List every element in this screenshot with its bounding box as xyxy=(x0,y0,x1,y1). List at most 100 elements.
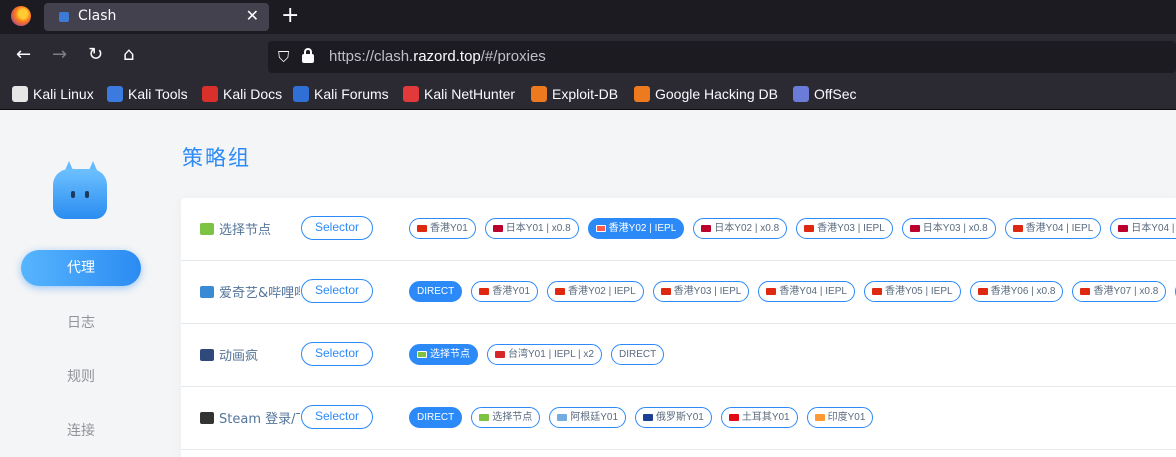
bookmark-kali-forums[interactable]: Kali Forums xyxy=(293,85,389,103)
bookmark-kali-tools[interactable]: Kali Tools xyxy=(107,85,188,103)
group-type-selector-button[interactable]: Selector xyxy=(301,279,373,303)
proxy-chip-label: DIRECT xyxy=(618,349,657,360)
flag-icon xyxy=(766,288,777,295)
close-tab-icon[interactable]: ✕ xyxy=(246,6,259,25)
clash-dashboard: 代理 日志 规则 连接 策略组 选择节点 Selector 香港Y01 日本Y01… xyxy=(0,110,1176,457)
proxy-chip-label: DIRECT xyxy=(417,412,455,423)
bookmark-kali-linux[interactable]: Kali Linux xyxy=(12,85,94,103)
proxy-chip[interactable]: 选择节点 xyxy=(471,407,541,428)
proxy-group-row: 选择节点 Selector 香港Y01 日本Y01 | x0.8 香港Y02 | I… xyxy=(181,198,1176,261)
proxy-chip[interactable]: 香港Y04 | IEPL xyxy=(758,281,855,302)
forward-button[interactable]: → xyxy=(52,45,67,65)
proxy-list: DIRECT 选择节点 阿根廷Y01 俄罗斯Y01 土耳其Y01 印度Y01 xyxy=(409,407,874,428)
group-emoji-icon xyxy=(200,412,214,424)
proxy-chip[interactable]: 香港Y06 | x0.8 xyxy=(969,281,1064,302)
group-name: Steam 登录/下载 xyxy=(200,408,300,427)
sidebar: 代理 日志 规则 连接 xyxy=(0,110,160,457)
proxy-chip[interactable]: 香港Y03 | IEPL xyxy=(796,218,893,239)
flag-icon xyxy=(660,288,671,295)
group-type-selector-button[interactable]: Selector xyxy=(301,216,373,240)
proxy-chip[interactable]: 香港Y04 | IEPL xyxy=(1004,218,1102,239)
sidebar-item-proxies[interactable]: 代理 xyxy=(21,250,141,286)
proxy-chip[interactable]: DIRECT xyxy=(610,344,665,365)
new-tab-button[interactable]: + xyxy=(281,3,299,29)
proxy-chip-label: 阿根廷Y01 xyxy=(570,412,619,423)
proxy-chip[interactable]: DIRECT xyxy=(409,407,463,428)
tab-clash[interactable]: Clash ✕ xyxy=(44,3,269,31)
proxy-chip-label: 香港Y07 | x0.8 xyxy=(1093,286,1159,297)
proxy-chip-label: DIRECT xyxy=(417,286,455,297)
proxy-chip-label: 香港Y01 xyxy=(492,286,531,297)
proxy-chip[interactable]: 阿根廷Y01 xyxy=(549,407,627,428)
proxy-chip-label: 日本Y03 | x0.8 xyxy=(922,223,988,234)
proxy-chip[interactable]: 香港Y01 xyxy=(409,218,476,239)
reload-button[interactable]: ↻ xyxy=(88,45,103,65)
group-type-selector-button[interactable]: Selector xyxy=(301,405,373,429)
firefox-icon[interactable] xyxy=(11,6,31,26)
offsec-icon xyxy=(793,86,809,102)
navigation-toolbar: ← → ↻ ⌂ ⛉ https://clash.razord.top/#/pro… xyxy=(0,34,1176,78)
proxy-chip-label: 香港Y03 | IEPL xyxy=(817,223,885,234)
proxy-chip[interactable]: 香港Y05 | IEPL xyxy=(863,281,961,302)
proxy-chip[interactable]: 日本Y03 | x0.8 xyxy=(901,218,996,239)
proxy-chip[interactable]: 香港Y03 | IEPL xyxy=(652,281,750,302)
group-type-selector-button[interactable]: Selector xyxy=(301,342,373,366)
proxy-chip[interactable]: 日本Y01 | x0.8 xyxy=(484,218,579,239)
proxy-chip-label: 日本Y01 | x0.8 xyxy=(505,223,571,234)
proxy-chip-label: 香港Y06 | x0.8 xyxy=(990,286,1056,297)
proxy-chip-label: 日本Y02 | x0.8 xyxy=(714,223,780,234)
bookmark-google-hacking-db[interactable]: Google Hacking DB xyxy=(634,85,778,103)
flag-icon xyxy=(701,225,712,232)
proxy-chip-label: 香港Y04 | IEPL xyxy=(779,286,847,297)
bookmark-kali-docs[interactable]: Kali Docs xyxy=(202,85,282,103)
proxy-chip-label: 台湾Y01 | IEPL | x2 xyxy=(508,349,594,360)
proxy-chip-label: 香港Y02 | IEPL xyxy=(568,286,636,297)
bookmark-kali-nethunter[interactable]: Kali NetHunter xyxy=(403,85,515,103)
flag-icon xyxy=(1080,288,1091,295)
lock-icon[interactable] xyxy=(302,48,314,63)
proxy-chip[interactable]: 日本Y02 | x0.8 xyxy=(693,218,788,239)
exploit-db-icon xyxy=(531,86,547,102)
proxy-group-row: 爱奇艺&哔哩哔哩 Selector DIRECT 香港Y01 香港Y02 | IEP… xyxy=(181,261,1176,324)
bookmark-offsec[interactable]: OffSec xyxy=(793,85,857,103)
clash-cat-logo xyxy=(51,161,109,219)
proxy-chip[interactable]: DIRECT xyxy=(409,281,463,302)
flag-icon xyxy=(417,351,427,358)
group-name: 动画疯 xyxy=(200,345,300,364)
url-bar[interactable]: ⛉ https://clash.razord.top/#/proxies xyxy=(268,41,1176,73)
tracking-shield-icon[interactable]: ⛉ xyxy=(278,48,289,66)
flag-icon xyxy=(492,225,503,232)
proxy-chip[interactable]: 俄罗斯Y01 xyxy=(635,407,712,428)
proxy-chip[interactable]: 香港Y01 xyxy=(471,281,539,302)
flag-icon xyxy=(728,414,739,421)
kali-dragon-icon xyxy=(12,86,28,102)
proxy-chip[interactable]: 印度Y01 xyxy=(806,407,874,428)
kali-tools-icon xyxy=(107,86,123,102)
flag-icon xyxy=(417,225,427,232)
proxy-group-row: Steam 登录/下载 Selector DIRECT 选择节点 阿根廷Y01 俄罗斯… xyxy=(181,387,1176,450)
home-button[interactable]: ⌂ xyxy=(123,45,134,65)
proxy-chip[interactable]: 香港Y02 | IEPL xyxy=(547,281,644,302)
proxy-chip-label: 俄罗斯Y01 xyxy=(656,412,704,423)
flag-icon xyxy=(555,288,566,295)
sidebar-item-rules[interactable]: 规则 xyxy=(21,359,141,395)
proxy-chip-label: 日本Y04 | x0.8 xyxy=(1131,223,1176,234)
proxy-chip[interactable]: 香港Y07 | x0.8 xyxy=(1072,281,1167,302)
proxy-chip[interactable]: 选择节点 xyxy=(409,344,478,365)
proxy-chip-label: 香港Y05 | IEPL xyxy=(884,286,953,297)
sidebar-item-connections[interactable]: 连接 xyxy=(21,413,141,449)
sidebar-item-logs[interactable]: 日志 xyxy=(21,305,141,341)
page-title: 策略组 xyxy=(182,146,251,170)
flag-icon xyxy=(595,225,606,232)
bookmarks-toolbar: Kali Linux Kali Tools Kali Docs Kali For… xyxy=(0,78,1176,110)
proxy-chip[interactable]: 土耳其Y01 xyxy=(720,407,798,428)
proxy-chip[interactable]: 台湾Y01 | IEPL | x2 xyxy=(487,344,602,365)
flag-icon xyxy=(814,414,825,421)
flag-icon xyxy=(479,288,490,295)
proxy-chip[interactable]: 日本Y04 | x0.8 xyxy=(1110,218,1176,239)
proxy-chip[interactable]: 香港Y02 | IEPL xyxy=(587,218,685,239)
proxy-chip-label: 印度Y01 xyxy=(827,412,866,423)
back-button[interactable]: ← xyxy=(16,45,31,65)
bookmark-exploit-db[interactable]: Exploit-DB xyxy=(531,85,618,103)
url-text[interactable]: https://clash.razord.top/#/proxies xyxy=(329,48,546,65)
